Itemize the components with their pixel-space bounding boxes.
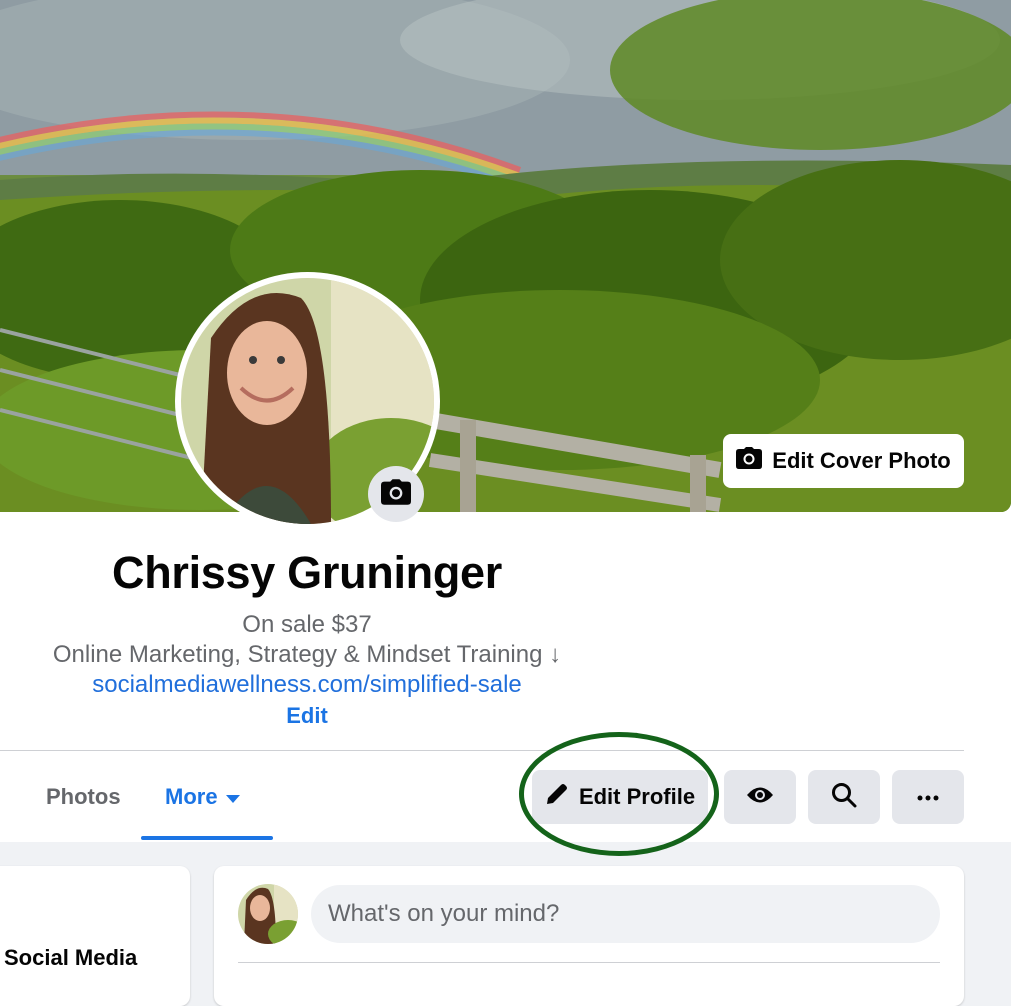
intro-card-text: Social Media	[4, 945, 138, 970]
caret-down-icon	[225, 784, 240, 810]
edit-cover-photo-label: Edit Cover Photo	[772, 448, 951, 473]
ellipsis-icon	[917, 788, 939, 806]
highlight-annotation-ring	[519, 732, 719, 856]
tab-more[interactable]: More	[165, 770, 240, 824]
active-tab-indicator	[141, 836, 273, 840]
tab-more-label: More	[165, 784, 218, 809]
update-profile-picture-button[interactable]	[368, 466, 424, 522]
bio-line: Online Marketing, Strategy & Mindset Tra…	[52, 641, 562, 668]
edit-bio-link[interactable]: Edit	[0, 703, 614, 729]
more-options-button[interactable]	[892, 770, 964, 824]
tab-photos[interactable]: Photos	[46, 770, 121, 824]
bio-link[interactable]: socialmediawellness.com/simplified-sale	[0, 671, 614, 699]
whats-on-your-mind-input[interactable]: What's on your mind?	[311, 885, 940, 943]
bio-line: On sale $37	[242, 611, 372, 638]
search-profile-button[interactable]	[808, 770, 880, 824]
view-as-button[interactable]	[724, 770, 796, 824]
camera-icon	[736, 447, 763, 475]
tab-photos-label: Photos	[46, 784, 121, 809]
search-icon	[831, 782, 857, 813]
edit-cover-photo-button[interactable]: Edit Cover Photo	[723, 434, 964, 488]
divider	[0, 750, 964, 751]
profile-header: Edit Cover Photo Chrissy Gruninger On sa…	[0, 0, 1011, 856]
composer-divider	[238, 962, 940, 963]
composer-avatar[interactable]	[238, 884, 298, 944]
eye-icon	[747, 786, 773, 809]
camera-icon	[381, 478, 411, 510]
profile-name: Chrissy Gruninger	[112, 547, 502, 598]
intro-card	[0, 866, 190, 1006]
